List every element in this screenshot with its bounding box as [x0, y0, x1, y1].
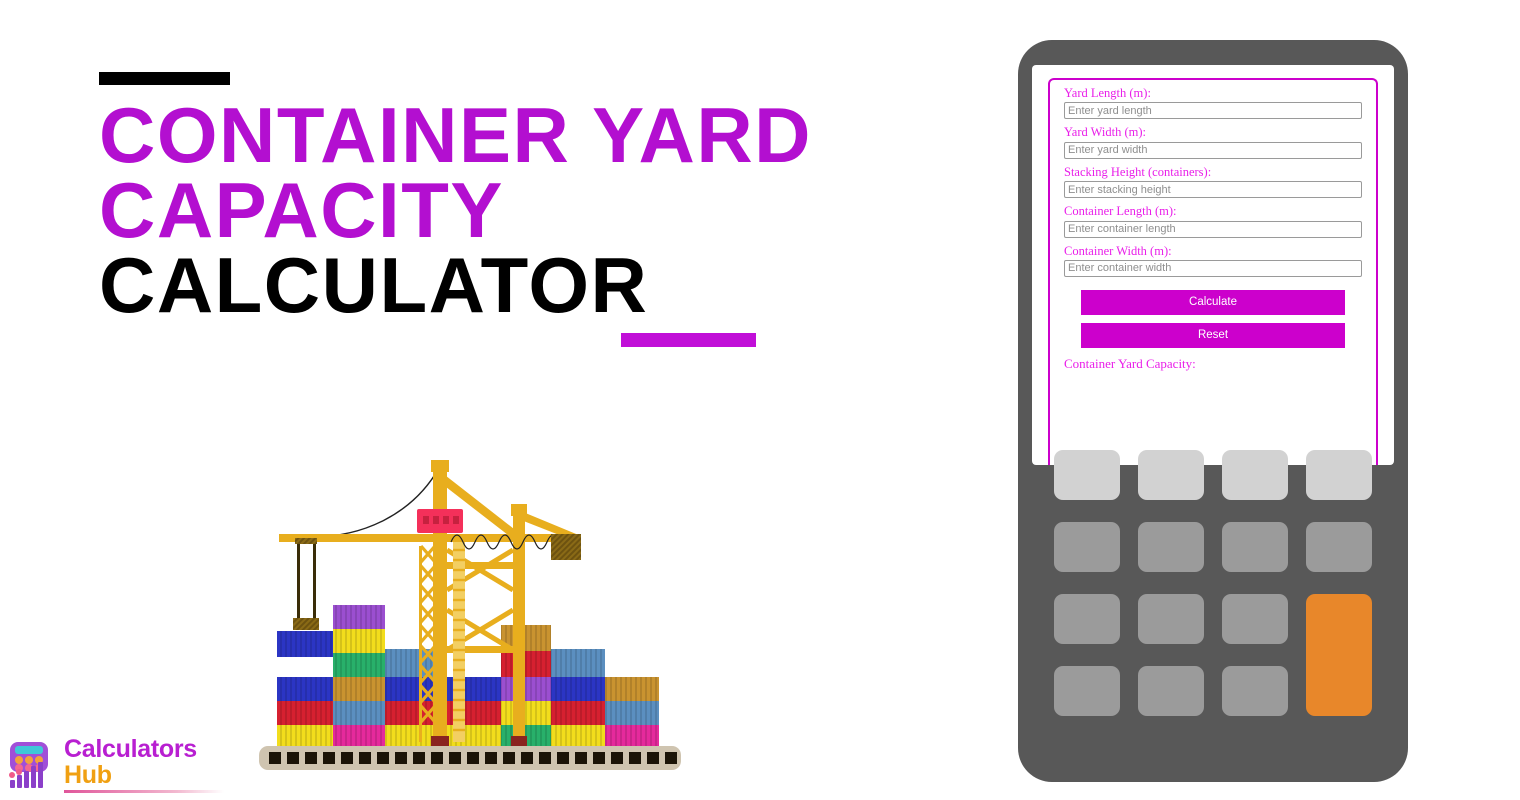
container-yard-crane-illustration	[255, 450, 685, 770]
keypad-key-5[interactable]	[1054, 522, 1120, 572]
field-yard-width: Yard Width (m):	[1064, 125, 1362, 159]
reset-button[interactable]: Reset	[1081, 322, 1345, 348]
input-yard-length[interactable]	[1064, 102, 1362, 120]
page-title: CONTAINER YARD CAPACITY CALCULATOR	[99, 91, 979, 329]
calculator-device: Yard Length (m): Yard Width (m): Stackin…	[1018, 40, 1408, 782]
keypad-key-13[interactable]	[1138, 666, 1204, 716]
keypad-key-12[interactable]	[1054, 666, 1120, 716]
capacity-form: Yard Length (m): Yard Width (m): Stackin…	[1048, 78, 1378, 465]
title-bottom-rule	[621, 333, 756, 347]
calculator-screen: Yard Length (m): Yard Width (m): Stackin…	[1032, 65, 1394, 465]
keypad-key-8[interactable]	[1306, 522, 1372, 572]
title-top-rule	[99, 72, 230, 85]
label-yard-length: Yard Length (m):	[1064, 86, 1151, 100]
logo-line-2: Hub	[64, 761, 112, 789]
input-container-width[interactable]	[1064, 259, 1362, 277]
label-stacking-height: Stacking Height (containers):	[1064, 164, 1212, 179]
container-stacks	[277, 605, 659, 749]
title-block: CONTAINER YARD CAPACITY CALCULATOR	[99, 72, 979, 329]
field-yard-length: Yard Length (m):	[1064, 86, 1362, 120]
title-line-3: CALCULATOR	[99, 240, 649, 329]
keypad-key-9[interactable]	[1054, 594, 1120, 644]
calculate-button[interactable]: Calculate	[1081, 289, 1345, 315]
keypad-key-2[interactable]	[1138, 450, 1204, 500]
input-yard-width[interactable]	[1064, 141, 1362, 159]
calculatorshub-logo[interactable]: Calculators Hub	[6, 736, 224, 794]
label-yard-width: Yard Width (m):	[1064, 125, 1147, 140]
field-stacking-height: Stacking Height (containers):	[1064, 164, 1362, 199]
label-container-width: Container Width (m):	[1064, 243, 1172, 258]
keypad-key-10[interactable]	[1138, 594, 1204, 644]
input-stacking-height[interactable]	[1064, 181, 1362, 199]
keypad-key-6[interactable]	[1138, 522, 1204, 572]
label-container-length: Container Length (m):	[1064, 204, 1177, 219]
field-container-width: Container Width (m):	[1064, 244, 1362, 277]
keypad-key-11[interactable]	[1222, 594, 1288, 644]
keypad-key-equals[interactable]	[1306, 594, 1372, 716]
field-container-length: Container Length (m):	[1064, 204, 1362, 238]
keypad-key-14[interactable]	[1222, 666, 1288, 716]
title-line-1: CONTAINER YARD	[99, 91, 812, 179]
title-line-2: CAPACITY	[99, 165, 504, 254]
keypad-key-3[interactable]	[1222, 450, 1288, 500]
calculator-chart-logo-icon	[9, 742, 48, 788]
ground-strip	[259, 746, 681, 770]
keypad-key-4[interactable]	[1306, 450, 1372, 500]
poster-canvas: CONTAINER YARD CAPACITY CALCULATOR Calcu…	[0, 0, 1520, 800]
logo-underline	[64, 790, 224, 793]
keypad-key-7[interactable]	[1222, 522, 1288, 572]
input-container-length[interactable]	[1064, 220, 1362, 238]
keypad-key-1[interactable]	[1054, 450, 1120, 500]
logo-wordmark: Calculators Hub	[64, 737, 224, 793]
result-label: Container Yard Capacity:	[1064, 355, 1196, 371]
logo-line-1: Calculators	[64, 735, 197, 763]
calculator-keypad	[1054, 450, 1374, 750]
